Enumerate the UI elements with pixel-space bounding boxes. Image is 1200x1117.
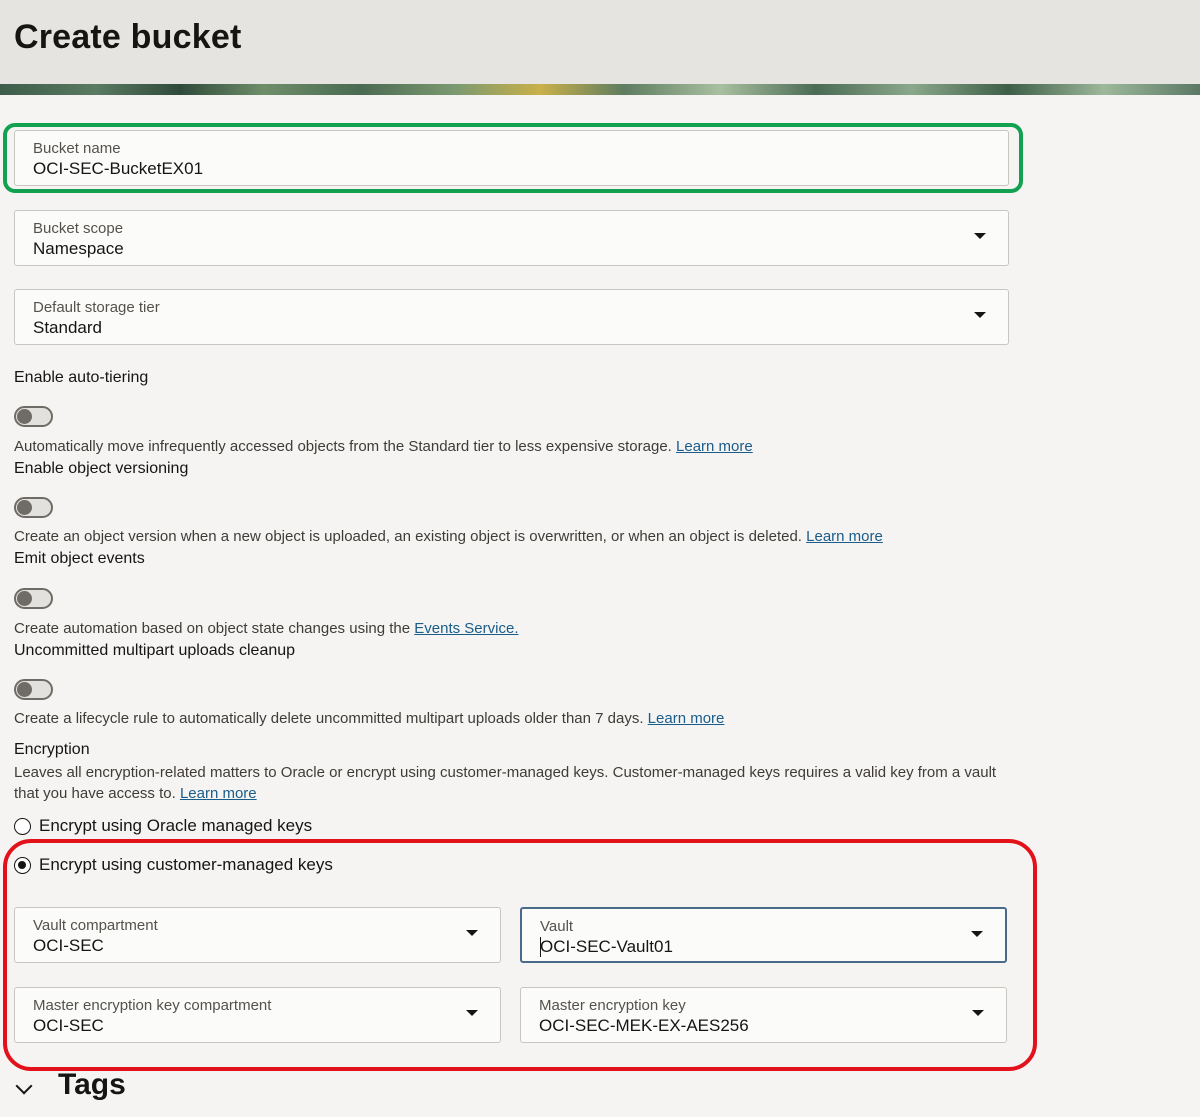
versioning-learn-more-link[interactable]: Learn more — [806, 528, 883, 545]
encryption-learn-more-link[interactable]: Learn more — [180, 785, 257, 802]
versioning-description: Create an object version when a new obje… — [14, 526, 883, 547]
toggle-knob — [17, 409, 32, 424]
multipart-description-text: Create a lifecycle rule to automatically… — [14, 710, 644, 727]
bucket-name-highlight — [3, 123, 1023, 193]
bucket-scope-value: Namespace — [33, 239, 124, 258]
events-service-link[interactable]: Events Service. — [414, 620, 518, 637]
encryption-highlight — [3, 839, 1037, 1071]
encryption-description-line2: that you have access to. — [14, 785, 176, 802]
page-title: Create bucket — [14, 18, 242, 56]
oracle-keys-radio-label[interactable]: Encrypt using Oracle managed keys — [39, 816, 312, 836]
tags-section-title[interactable]: Tags — [58, 1068, 126, 1102]
auto-tiering-label: Enable auto-tiering — [14, 369, 149, 386]
multipart-description: Create a lifecycle rule to automatically… — [14, 708, 724, 729]
versioning-toggle[interactable] — [14, 497, 53, 518]
chevron-down-icon[interactable] — [974, 233, 986, 239]
multipart-label: Uncommitted multipart uploads cleanup — [14, 642, 296, 659]
versioning-description-text: Create an object version when a new obje… — [14, 528, 802, 545]
events-toggle[interactable] — [14, 588, 53, 609]
events-description-text: Create automation based on object state … — [14, 620, 411, 637]
storage-tier-value: Standard — [33, 318, 102, 337]
multipart-learn-more-link[interactable]: Learn more — [648, 710, 725, 727]
bucket-scope-select[interactable]: Bucket scope Namespace — [14, 210, 1009, 266]
header-banner — [0, 84, 1200, 95]
toggle-knob — [17, 682, 32, 697]
encryption-label: Encryption — [14, 741, 90, 758]
events-label: Emit object events — [14, 550, 145, 567]
multipart-toggle[interactable] — [14, 679, 53, 700]
storage-tier-select[interactable]: Default storage tier Standard — [14, 289, 1009, 345]
auto-tiering-learn-more-link[interactable]: Learn more — [676, 438, 753, 455]
toggle-knob — [17, 591, 32, 606]
auto-tiering-description: Automatically move infrequently accessed… — [14, 436, 753, 457]
chevron-down-icon[interactable] — [974, 312, 986, 318]
auto-tiering-description-text: Automatically move infrequently accessed… — [14, 438, 672, 455]
oracle-keys-radio[interactable] — [14, 818, 31, 835]
versioning-label: Enable object versioning — [14, 460, 189, 477]
auto-tiering-toggle[interactable] — [14, 406, 53, 427]
encryption-description: Leaves all encryption-related matters to… — [14, 762, 1014, 804]
chevron-down-icon[interactable] — [15, 1077, 33, 1095]
events-description: Create automation based on object state … — [14, 618, 519, 639]
bucket-scope-label: Bucket scope — [33, 220, 124, 237]
encryption-description-line1: Leaves all encryption-related matters to… — [14, 764, 997, 781]
toggle-knob — [17, 500, 32, 515]
page-header: Create bucket — [0, 0, 1200, 95]
storage-tier-label: Default storage tier — [33, 299, 160, 316]
